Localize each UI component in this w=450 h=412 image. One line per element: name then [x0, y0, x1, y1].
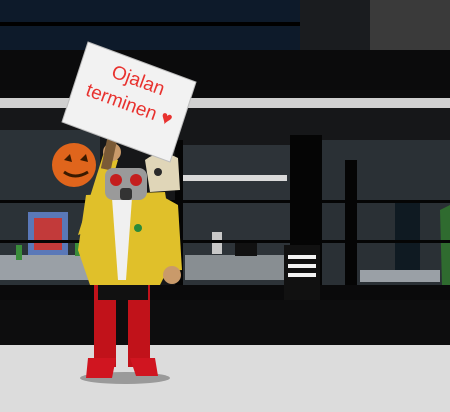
game-scene — [0, 0, 450, 412]
lamp-light-3 — [288, 273, 316, 277]
skull-eye — [154, 168, 162, 176]
left-boot — [86, 358, 116, 378]
right-hand — [163, 266, 181, 284]
pumpkin-head — [52, 143, 96, 187]
mask-eye-right — [130, 174, 142, 186]
railing-mid — [0, 240, 450, 243]
lamp-light-2 — [288, 264, 316, 268]
heart-icon: ♥ — [157, 107, 176, 131]
ceiling-light — [182, 175, 287, 181]
bench — [360, 270, 440, 282]
plant-small — [16, 245, 22, 260]
sidewalk-shadow — [0, 300, 450, 348]
floor — [0, 345, 450, 412]
office-desk — [185, 255, 285, 280]
mask-filter — [120, 188, 132, 200]
jacket-badge — [134, 224, 142, 232]
right-window — [320, 140, 450, 290]
lamp-light-1 — [288, 255, 316, 259]
railing-top — [0, 200, 450, 203]
wall-painting-inner — [34, 218, 62, 250]
door-frame-2 — [345, 160, 357, 300]
balcony-slab — [0, 50, 450, 102]
mask-eye-left — [110, 174, 122, 186]
upper-window-frame — [0, 22, 300, 26]
game-viewport: Ojalan terminen ♥ — [0, 0, 450, 412]
